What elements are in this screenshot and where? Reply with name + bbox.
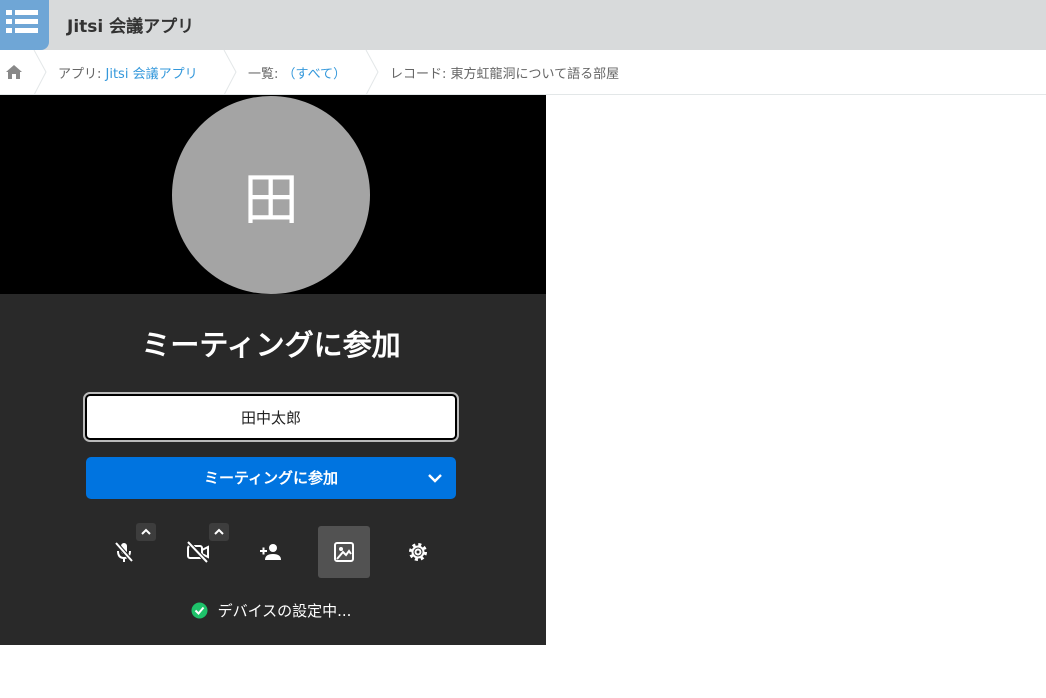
join-title: ミーティングに参加 — [141, 328, 401, 362]
breadcrumb-separator — [33, 50, 47, 95]
breadcrumb-separator — [365, 50, 379, 95]
mic-off-icon — [114, 541, 134, 563]
join-meeting-button[interactable]: ミーティングに参加 — [86, 457, 456, 499]
check-circle-icon — [191, 602, 208, 619]
camera-options-caret[interactable] — [209, 523, 229, 541]
background-icon — [334, 542, 354, 562]
list-icon[interactable] — [0, 0, 49, 50]
camera-off-icon — [186, 540, 209, 564]
invite-button[interactable] — [245, 526, 297, 578]
home-icon[interactable] — [5, 63, 23, 81]
settings-button[interactable] — [392, 526, 444, 578]
jitsi-prejoin: 田 ミーティングに参加 ミーティングに参加 — [0, 95, 546, 645]
mic-options-caret[interactable] — [136, 523, 156, 541]
breadcrumb-app[interactable]: アプリ: Jitsi 会議アプリ — [58, 63, 198, 82]
join-button-label: ミーティングに参加 — [203, 469, 339, 487]
chevron-down-icon[interactable] — [426, 469, 444, 487]
video-preview: 田 — [0, 95, 546, 294]
breadcrumb-list[interactable]: 一覧: （すべて） — [248, 63, 346, 82]
breadcrumb: アプリ: Jitsi 会議アプリ 一覧: （すべて） レコード: 東方虹龍洞につ… — [0, 50, 1046, 95]
device-status: デバイスの設定中... — [0, 600, 542, 622]
chevron-up-icon — [214, 528, 224, 535]
background-button[interactable] — [318, 526, 370, 578]
invite-icon — [260, 544, 281, 560]
app-title: Jitsi 会議アプリ — [67, 17, 195, 37]
avatar: 田 — [172, 96, 370, 294]
chevron-up-icon — [141, 528, 151, 535]
status-text: デバイスの設定中... — [217, 602, 352, 620]
app-header: Jitsi 会議アプリ — [0, 0, 1046, 50]
settings-icon — [409, 543, 427, 561]
breadcrumb-separator — [223, 50, 237, 95]
display-name-input[interactable] — [83, 392, 459, 442]
breadcrumb-record: レコード: 東方虹龍洞について語る部屋 — [390, 67, 620, 82]
